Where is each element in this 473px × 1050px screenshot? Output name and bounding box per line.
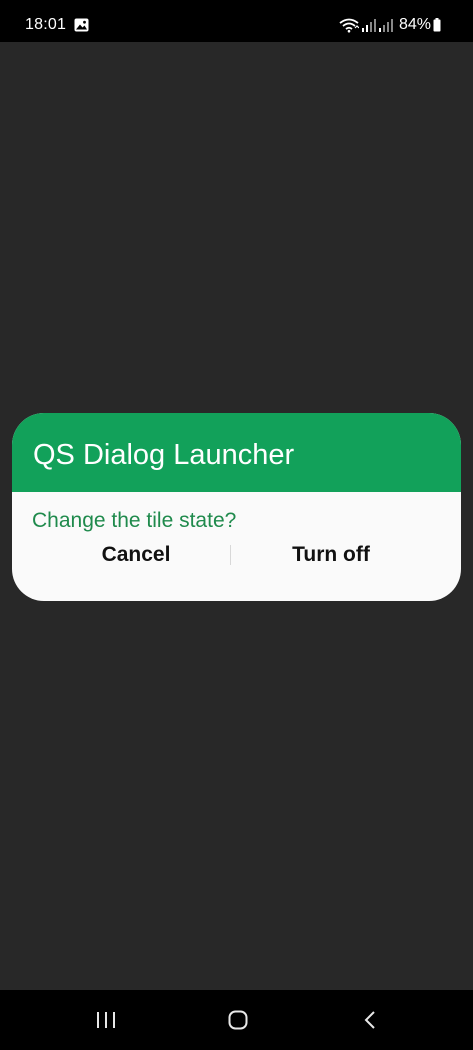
back-icon [364, 1011, 375, 1029]
status-bar: 18:01 84% [0, 0, 473, 42]
wifi-icon [339, 18, 359, 33]
dialog: QS Dialog Launcher Change the tile state… [12, 413, 461, 601]
image-notification-icon [74, 18, 89, 32]
turn-off-button[interactable]: Turn off [242, 541, 420, 569]
back-button[interactable] [351, 1006, 391, 1034]
cancel-button[interactable]: Cancel [46, 541, 226, 569]
dialog-header: QS Dialog Launcher [12, 413, 461, 492]
dialog-buttons: Cancel Turn off [12, 541, 461, 581]
battery-percentage: 84% [398, 16, 431, 33]
dialog-title: QS Dialog Launcher [33, 439, 295, 471]
navigation-bar [0, 990, 473, 1050]
status-time: 18:01 [25, 16, 67, 33]
dialog-message: Change the tile state? [32, 509, 237, 532]
signal-icon [378, 19, 393, 32]
battery-icon [433, 18, 441, 32]
recents-button[interactable] [86, 1006, 126, 1034]
signal-icon [361, 19, 376, 32]
recents-icon [97, 1012, 115, 1028]
status-icons: 84% [339, 14, 441, 36]
button-divider [230, 545, 231, 565]
home-button[interactable] [218, 1006, 258, 1034]
home-icon [228, 1010, 248, 1030]
